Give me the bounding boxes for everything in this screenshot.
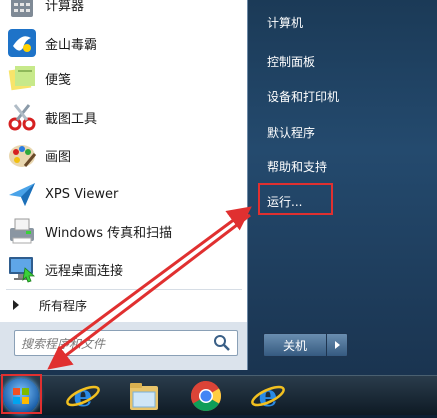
antivirus-icon [7, 28, 37, 58]
triangle-right-icon [13, 300, 19, 310]
svg-text:e: e [258, 379, 277, 414]
shutdown-options-button[interactable] [327, 333, 348, 357]
taskbar: e e [0, 375, 437, 415]
program-item-calculator[interactable]: 计算器 [0, 0, 247, 22]
all-programs-button[interactable]: 所有程序 [0, 292, 247, 318]
program-item-kingsoft-antivirus[interactable]: 金山毒霸 [0, 25, 247, 61]
snipping-tool-icon [7, 102, 37, 132]
menu-item-devices-printers[interactable]: 设备和打印机 [267, 88, 339, 105]
remote-desktop-icon [7, 254, 37, 284]
all-programs-label: 所有程序 [39, 298, 88, 313]
fax-scan-icon [7, 216, 37, 246]
program-label: 金山毒霸 [45, 37, 98, 53]
program-item-xps-viewer[interactable]: XPS Viewer [0, 176, 247, 212]
menu-item-default-programs[interactable]: 默认程序 [267, 124, 315, 141]
taskbar-internet-explorer[interactable]: e [63, 378, 103, 414]
menu-item-help-support[interactable]: 帮助和支持 [267, 158, 327, 175]
program-label: 便笺 [45, 72, 72, 88]
program-item-snipping-tool[interactable]: 截图工具 [0, 99, 247, 135]
search-area: 搜索程序和文件 [0, 322, 247, 370]
file-explorer-icon [130, 383, 158, 410]
sticky-notes-icon [7, 63, 37, 93]
program-label: 远程桌面连接 [45, 263, 124, 279]
program-label: 截图工具 [45, 111, 98, 127]
chrome-icon [190, 381, 222, 412]
run-highlight-box [258, 183, 333, 215]
menu-item-computer[interactable]: 计算机 [267, 14, 303, 31]
triangle-right-icon [334, 341, 340, 349]
calculator-icon [7, 0, 37, 19]
program-item-remote-desktop[interactable]: 远程桌面连接 [0, 251, 247, 287]
program-item-paint[interactable]: 画图 [0, 137, 247, 173]
program-label: 计算器 [45, 0, 85, 14]
search-placeholder: 搜索程序和文件 [21, 336, 106, 351]
taskbar-internet-explorer-2[interactable]: e [248, 378, 288, 414]
menu-item-control-panel[interactable]: 控制面板 [267, 53, 315, 70]
taskbar-file-explorer[interactable] [124, 378, 164, 414]
program-item-sticky-notes[interactable]: 便笺 [0, 60, 247, 96]
start-highlight-box [1, 374, 42, 414]
internet-explorer-icon: e [251, 379, 285, 414]
start-menu: 计算器 金山毒霸 便笺 截图工具 画图 XPS Viewer Windows 传… [0, 0, 437, 375]
shutdown-button[interactable]: 关机 [263, 333, 327, 357]
search-icon [213, 334, 231, 352]
separator [6, 289, 242, 290]
taskbar-chrome[interactable] [186, 378, 226, 414]
xps-viewer-icon [7, 179, 37, 209]
program-label: 画图 [45, 149, 72, 165]
program-item-fax-scan[interactable]: Windows 传真和扫描 [0, 213, 247, 249]
svg-text:e: e [73, 379, 92, 414]
shutdown-group: 关机 [263, 333, 348, 357]
program-label: Windows 传真和扫描 [45, 225, 173, 241]
paint-icon [7, 140, 37, 170]
search-input[interactable]: 搜索程序和文件 [14, 330, 238, 356]
program-label: XPS Viewer [45, 186, 119, 202]
programs-pane: 计算器 金山毒霸 便笺 截图工具 画图 XPS Viewer Windows 传… [0, 0, 248, 370]
internet-explorer-icon: e [66, 379, 100, 414]
